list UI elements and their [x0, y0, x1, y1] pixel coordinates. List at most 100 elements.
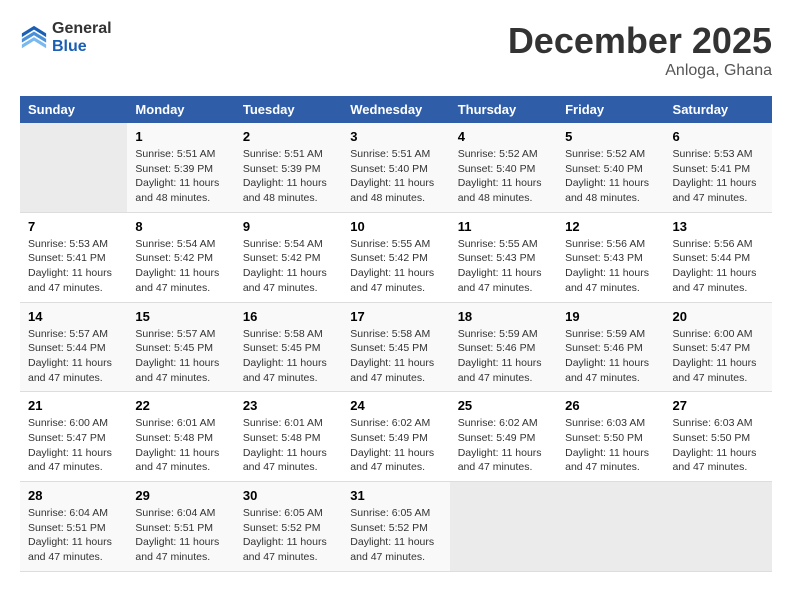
day-number: 22 — [135, 398, 226, 413]
calendar-cell: 8Sunrise: 5:54 AMSunset: 5:42 PMDaylight… — [127, 212, 234, 302]
calendar-cell: 10 Sunrise: 5:55 AMSunset: 5:42 PMDayligh… — [342, 212, 449, 302]
header-cell-tuesday: Tuesday — [235, 96, 342, 123]
day-info: Sunrise: 6:00 AMSunset: 5:47 PMDaylight:… — [673, 327, 764, 386]
day-info: Sunrise: 5:56 AMSunset: 5:43 PMDaylight:… — [565, 237, 656, 296]
calendar-week-5: 28 Sunrise: 6:04 AMSunset: 5:51 PMDayligh… — [20, 482, 772, 572]
day-number: 21 — [28, 398, 119, 413]
calendar-cell: 27 Sunrise: 6:03 AMSunset: 5:50 PMDayligh… — [665, 392, 772, 482]
day-info: Sunrise: 5:51 AMSunset: 5:39 PMDaylight:… — [243, 147, 334, 206]
calendar-cell: 2 Sunrise: 5:51 AMSunset: 5:39 PMDaylight… — [235, 123, 342, 212]
day-info: Sunrise: 6:02 AMSunset: 5:49 PMDaylight:… — [458, 416, 549, 475]
header-cell-friday: Friday — [557, 96, 664, 123]
calendar-cell: 13 Sunrise: 5:56 AMSunset: 5:44 PMDayligh… — [665, 212, 772, 302]
header-cell-saturday: Saturday — [665, 96, 772, 123]
day-info: Sunrise: 5:55 AMSunset: 5:43 PMDaylight:… — [458, 237, 549, 296]
day-info: Sunrise: 6:03 AMSunset: 5:50 PMDaylight:… — [673, 416, 764, 475]
calendar-cell: 21Sunrise: 6:00 AMSunset: 5:47 PMDayligh… — [20, 392, 127, 482]
day-number: 8 — [135, 219, 226, 234]
calendar-cell: 1Sunrise: 5:51 AMSunset: 5:39 PMDaylight… — [127, 123, 234, 212]
day-info: Sunrise: 5:52 AMSunset: 5:40 PMDaylight:… — [458, 147, 549, 206]
calendar-header: SundayMondayTuesdayWednesdayThursdayFrid… — [20, 96, 772, 123]
header-row: SundayMondayTuesdayWednesdayThursdayFrid… — [20, 96, 772, 123]
calendar-cell — [557, 482, 664, 572]
logo-blue: Blue — [52, 38, 112, 56]
day-info: Sunrise: 5:51 AMSunset: 5:40 PMDaylight:… — [350, 147, 441, 206]
calendar-cell: 15 Sunrise: 5:57 AMSunset: 5:45 PMDayligh… — [127, 302, 234, 392]
day-info: Sunrise: 5:58 AMSunset: 5:45 PMDaylight:… — [243, 327, 334, 386]
day-info: Sunrise: 6:04 AMSunset: 5:51 PMDaylight:… — [135, 506, 226, 565]
calendar-cell: 12 Sunrise: 5:56 AMSunset: 5:43 PMDayligh… — [557, 212, 664, 302]
day-number: 19 — [565, 309, 656, 324]
day-number: 28 — [28, 488, 119, 503]
calendar-week-4: 21Sunrise: 6:00 AMSunset: 5:47 PMDayligh… — [20, 392, 772, 482]
calendar-cell: 18 Sunrise: 5:59 AMSunset: 5:46 PMDayligh… — [450, 302, 557, 392]
calendar-week-2: 7 Sunrise: 5:53 AMSunset: 5:41 PMDaylight… — [20, 212, 772, 302]
calendar-cell: 3 Sunrise: 5:51 AMSunset: 5:40 PMDaylight… — [342, 123, 449, 212]
day-number: 3 — [350, 129, 441, 144]
day-number: 20 — [673, 309, 764, 324]
page-header: General Blue December 2025 Anloga, Ghana — [20, 20, 772, 80]
day-number: 12 — [565, 219, 656, 234]
day-number: 31 — [350, 488, 441, 503]
day-info: Sunrise: 5:58 AMSunset: 5:45 PMDaylight:… — [350, 327, 441, 386]
day-info: Sunrise: 6:02 AMSunset: 5:49 PMDaylight:… — [350, 416, 441, 475]
day-info: Sunrise: 5:59 AMSunset: 5:46 PMDaylight:… — [565, 327, 656, 386]
location: Anloga, Ghana — [508, 62, 772, 80]
day-number: 10 — [350, 219, 441, 234]
calendar-cell: 25 Sunrise: 6:02 AMSunset: 5:49 PMDayligh… — [450, 392, 557, 482]
day-info: Sunrise: 5:59 AMSunset: 5:46 PMDaylight:… — [458, 327, 549, 386]
calendar-cell: 30 Sunrise: 6:05 AMSunset: 5:52 PMDayligh… — [235, 482, 342, 572]
day-info: Sunrise: 5:55 AMSunset: 5:42 PMDaylight:… — [350, 237, 441, 296]
day-info: Sunrise: 5:51 AMSunset: 5:39 PMDaylight:… — [135, 147, 226, 206]
calendar-cell: 29 Sunrise: 6:04 AMSunset: 5:51 PMDayligh… — [127, 482, 234, 572]
day-number: 29 — [135, 488, 226, 503]
day-number: 27 — [673, 398, 764, 413]
day-info: Sunrise: 5:57 AMSunset: 5:44 PMDaylight:… — [28, 327, 119, 386]
day-info: Sunrise: 6:05 AMSunset: 5:52 PMDaylight:… — [243, 506, 334, 565]
day-number: 9 — [243, 219, 334, 234]
day-info: Sunrise: 5:54 AMSunset: 5:42 PMDaylight:… — [243, 237, 334, 296]
day-number: 13 — [673, 219, 764, 234]
header-cell-wednesday: Wednesday — [342, 96, 449, 123]
day-number: 18 — [458, 309, 549, 324]
day-number: 17 — [350, 309, 441, 324]
day-number: 5 — [565, 129, 656, 144]
calendar-cell: 14 Sunrise: 5:57 AMSunset: 5:44 PMDayligh… — [20, 302, 127, 392]
day-number: 16 — [243, 309, 334, 324]
day-number: 6 — [673, 129, 764, 144]
header-cell-thursday: Thursday — [450, 96, 557, 123]
day-number: 11 — [458, 219, 549, 234]
calendar-week-3: 14 Sunrise: 5:57 AMSunset: 5:44 PMDayligh… — [20, 302, 772, 392]
calendar-week-1: 1Sunrise: 5:51 AMSunset: 5:39 PMDaylight… — [20, 123, 772, 212]
day-info: Sunrise: 6:04 AMSunset: 5:51 PMDaylight:… — [28, 506, 119, 565]
day-info: Sunrise: 6:05 AMSunset: 5:52 PMDaylight:… — [350, 506, 441, 565]
calendar-cell: 26 Sunrise: 6:03 AMSunset: 5:50 PMDayligh… — [557, 392, 664, 482]
calendar-cell: 9 Sunrise: 5:54 AMSunset: 5:42 PMDaylight… — [235, 212, 342, 302]
day-info: Sunrise: 6:01 AMSunset: 5:48 PMDaylight:… — [135, 416, 226, 475]
day-number: 30 — [243, 488, 334, 503]
calendar-cell: 31 Sunrise: 6:05 AMSunset: 5:52 PMDayligh… — [342, 482, 449, 572]
day-number: 25 — [458, 398, 549, 413]
day-number: 14 — [28, 309, 119, 324]
calendar-cell — [665, 482, 772, 572]
day-info: Sunrise: 5:57 AMSunset: 5:45 PMDaylight:… — [135, 327, 226, 386]
calendar-cell: 11 Sunrise: 5:55 AMSunset: 5:43 PMDayligh… — [450, 212, 557, 302]
calendar-cell: 19 Sunrise: 5:59 AMSunset: 5:46 PMDayligh… — [557, 302, 664, 392]
day-info: Sunrise: 5:56 AMSunset: 5:44 PMDaylight:… — [673, 237, 764, 296]
day-number: 7 — [28, 219, 119, 234]
calendar-cell: 16 Sunrise: 5:58 AMSunset: 5:45 PMDayligh… — [235, 302, 342, 392]
day-info: Sunrise: 6:03 AMSunset: 5:50 PMDaylight:… — [565, 416, 656, 475]
day-number: 26 — [565, 398, 656, 413]
day-info: Sunrise: 6:01 AMSunset: 5:48 PMDaylight:… — [243, 416, 334, 475]
day-info: Sunrise: 5:53 AMSunset: 5:41 PMDaylight:… — [28, 237, 119, 296]
calendar-cell: 7 Sunrise: 5:53 AMSunset: 5:41 PMDaylight… — [20, 212, 127, 302]
calendar-cell: 5Sunrise: 5:52 AMSunset: 5:40 PMDaylight… — [557, 123, 664, 212]
month-title: December 2025 — [508, 20, 772, 62]
calendar-body: 1Sunrise: 5:51 AMSunset: 5:39 PMDaylight… — [20, 123, 772, 571]
day-number: 15 — [135, 309, 226, 324]
logo-text: General Blue — [52, 20, 112, 55]
calendar-cell: 24 Sunrise: 6:02 AMSunset: 5:49 PMDayligh… — [342, 392, 449, 482]
day-number: 2 — [243, 129, 334, 144]
day-number: 24 — [350, 398, 441, 413]
calendar-cell: 4Sunrise: 5:52 AMSunset: 5:40 PMDaylight… — [450, 123, 557, 212]
